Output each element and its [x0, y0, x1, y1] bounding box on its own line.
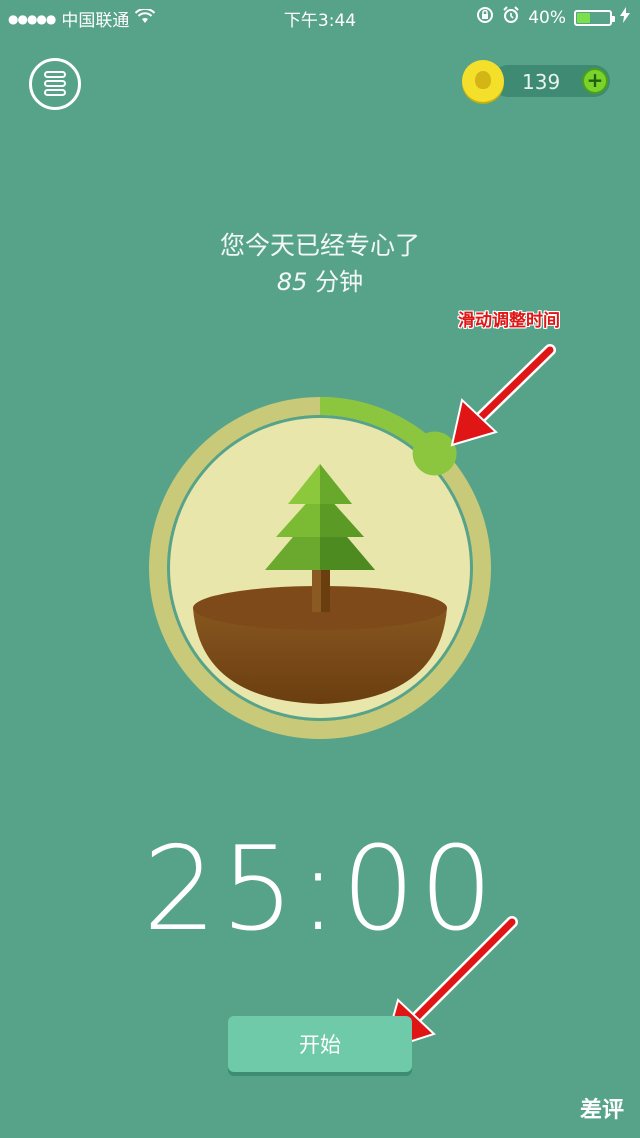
arrow-to-slider-icon — [450, 344, 556, 447]
countdown-timer: 25:00 — [142, 822, 498, 957]
dial-graphic — [149, 344, 556, 1052]
time-slider-handle[interactable] — [412, 431, 457, 476]
start-button[interactable]: 开始 — [228, 1016, 412, 1072]
watermark: 差评 — [579, 1098, 624, 1123]
